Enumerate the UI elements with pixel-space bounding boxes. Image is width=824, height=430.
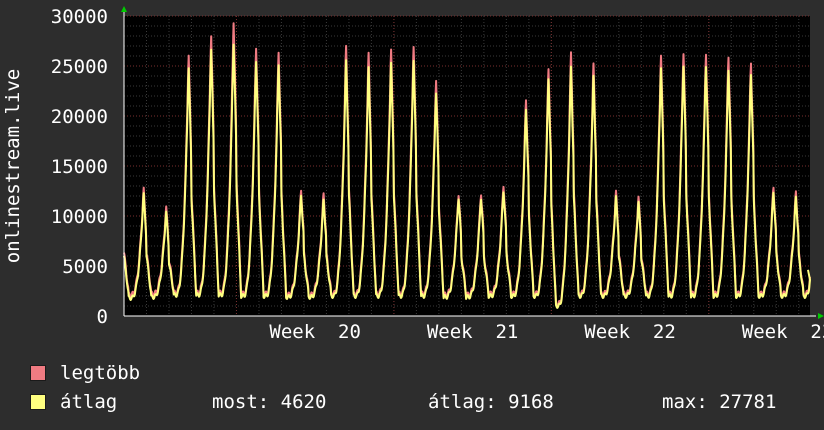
stat-current: most: 4620 <box>212 391 327 413</box>
y-axis-arrow <box>121 6 127 12</box>
x-tick-label: Week 22 <box>584 321 676 343</box>
y-axis-label: onlinestream.live <box>2 69 24 263</box>
x-tick-label: Week 23 <box>742 321 824 343</box>
y-tick-label: 10000 <box>51 206 108 228</box>
legend-label-max: legtöbb <box>60 362 141 384</box>
stat-maximum: max: 27781 <box>662 391 777 413</box>
x-tick-labels: Week 20 Week 21 Week 22 Week 23 <box>269 321 824 343</box>
legend-item-avg: átlag <box>30 391 117 413</box>
legend-item-max: legtöbb <box>30 362 140 384</box>
y-tick-labels: 0 5000 10000 15000 20000 25000 30000 <box>51 6 108 328</box>
stat-average: átlag: 9168 <box>428 391 554 413</box>
y-tick-label: 30000 <box>51 6 108 28</box>
legend-swatch-max <box>30 365 46 381</box>
y-tick-label: 25000 <box>51 56 108 78</box>
x-axis-arrow <box>818 313 824 319</box>
x-tick-label: Week 21 <box>427 321 519 343</box>
y-tick-label: 15000 <box>51 156 108 178</box>
y-tick-label: 20000 <box>51 106 108 128</box>
y-tick-label: 5000 <box>62 256 108 278</box>
chart-container: 0 5000 10000 15000 20000 25000 30000 Week 20 We… <box>0 0 824 430</box>
legend-swatch-avg <box>30 394 46 410</box>
x-tick-label: Week 20 <box>269 321 361 343</box>
legend-label-avg: átlag <box>60 391 118 413</box>
y-tick-label: 0 <box>97 306 108 328</box>
